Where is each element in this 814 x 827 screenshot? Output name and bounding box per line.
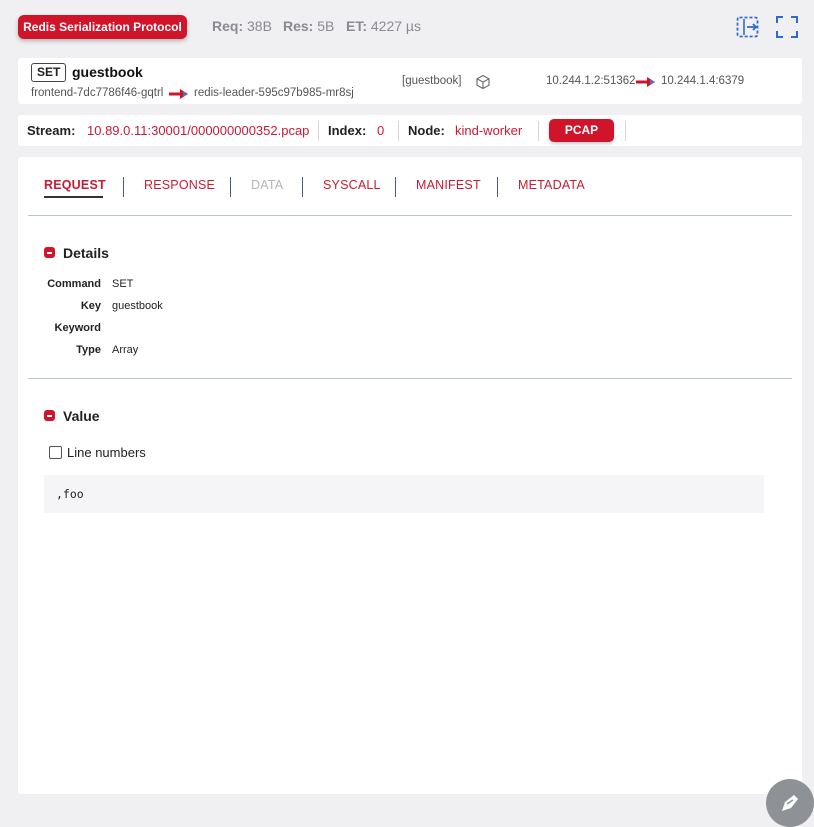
tab-divider	[230, 177, 231, 197]
divider	[398, 121, 399, 141]
tab-divider	[497, 177, 498, 197]
collapse-value-icon[interactable]	[44, 410, 55, 421]
detail-value: SET	[112, 278, 134, 290]
tab-manifest[interactable]: MANIFEST	[416, 178, 481, 192]
detail-value: guestbook	[112, 300, 163, 312]
destination-ip[interactable]: 10.244.1.4:6379	[661, 75, 744, 87]
tab-data: DATA	[251, 178, 284, 192]
divider	[28, 215, 792, 216]
detail-key: Key	[80, 300, 101, 312]
tab-metadata[interactable]: METADATA	[518, 178, 585, 192]
destination-name[interactable]: redis-leader-595c97b985-mr8sj	[194, 87, 354, 99]
detail-key: Command	[47, 278, 101, 290]
index-label: Index:	[328, 123, 367, 138]
stream-info: Stream: 10.89.0.11:30001/000000000352.pc…	[18, 115, 802, 146]
pcap-download-button[interactable]: PCAP	[549, 119, 614, 142]
entry-path[interactable]: guestbook	[72, 64, 143, 80]
node-label: Node:	[408, 123, 445, 138]
response-size: Res: 5B	[283, 18, 335, 34]
split-view-icon[interactable]	[735, 14, 761, 40]
divider	[538, 121, 539, 141]
detail-key: Type	[76, 344, 101, 356]
protocol-badge[interactable]: Redis Serialization Protocol	[18, 15, 187, 39]
tab-request[interactable]: REQUEST	[44, 178, 106, 192]
active-tab-indicator	[44, 196, 103, 198]
tab-divider	[123, 177, 124, 197]
line-numbers-checkbox[interactable]	[49, 446, 62, 459]
stream-label: Stream:	[27, 123, 76, 138]
details-title[interactable]: Details	[63, 245, 109, 261]
edit-icon	[782, 795, 798, 811]
index-value: 0	[377, 123, 385, 138]
value-title[interactable]: Value	[63, 408, 100, 424]
divider	[625, 121, 626, 141]
method-badge[interactable]: SET	[31, 63, 67, 82]
detail-value: Array	[112, 344, 139, 356]
divider	[28, 378, 792, 379]
request-size: Req: 38B	[212, 18, 272, 34]
cube-icon	[476, 74, 490, 90]
stream-value[interactable]: 10.89.0.11:30001/000000000352.pcap	[87, 123, 309, 138]
tab-response[interactable]: RESPONSE	[144, 178, 215, 192]
line-numbers-label[interactable]: Line numbers	[67, 445, 146, 460]
value-content-box: ,foo	[44, 475, 764, 513]
elapsed-time: ET: 4227 µs	[346, 18, 421, 34]
arrow-right-icon	[636, 77, 655, 87]
source-ip[interactable]: 10.244.1.2:51362	[546, 75, 636, 87]
collapse-details-icon[interactable]	[44, 247, 55, 258]
tab-divider	[395, 177, 396, 197]
detail-panel: REQUEST RESPONSE DATA SYSCALL MANIFEST M…	[18, 157, 802, 794]
fullscreen-icon[interactable]	[774, 14, 800, 40]
source-name[interactable]: frontend-7dc7786f46-gqtrl	[31, 87, 163, 99]
node-value[interactable]: kind-worker	[455, 123, 522, 138]
value-content: ,foo	[56, 487, 84, 501]
divider	[318, 121, 319, 141]
arrow-right-icon	[169, 89, 188, 99]
feedback-button[interactable]	[766, 779, 814, 827]
top-bar: Redis Serialization Protocol Req: 38B Re…	[0, 0, 814, 54]
tab-divider	[302, 177, 303, 197]
summary-tag: [guestbook]	[402, 75, 462, 87]
entry-summary: SET guestbook frontend-7dc7786f46-gqtrl …	[18, 58, 802, 104]
detail-key: Keyword	[54, 322, 101, 334]
tab-syscall[interactable]: SYSCALL	[323, 178, 381, 192]
